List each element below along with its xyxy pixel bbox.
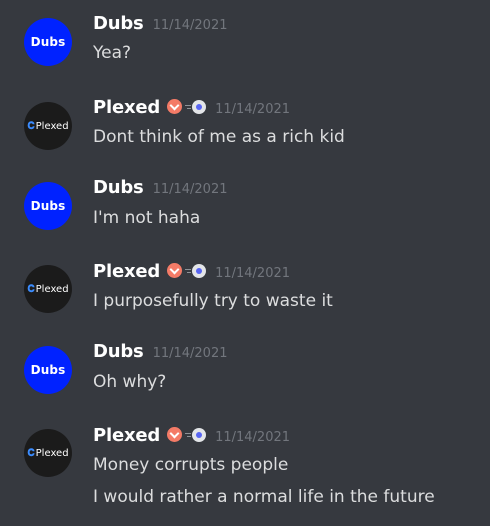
timestamp[interactable]: 11/14/2021 — [153, 346, 228, 361]
plexed-logo-icon: 𝐂 — [27, 283, 35, 295]
avatar-label: Plexed — [35, 120, 69, 132]
avatar-label: Dubs — [30, 363, 66, 377]
message-text: Oh why? — [93, 372, 167, 392]
message-text: Yea? — [93, 43, 132, 63]
avatar[interactable]: 𝐂 Plexed — [24, 429, 72, 477]
nitro-boost-icon[interactable] — [185, 428, 207, 442]
verified-check-icon[interactable] — [167, 99, 183, 114]
username[interactable]: Plexed — [93, 97, 160, 118]
nitro-boost-icon[interactable] — [185, 100, 207, 114]
message-header: Plexed 11/14/2021 — [93, 425, 290, 446]
username[interactable]: Dubs — [93, 13, 144, 34]
verified-check-icon[interactable] — [167, 427, 183, 442]
chat-messages: Dubs Dubs 11/14/2021 Yea? 𝐂 Plexed Plexe… — [0, 0, 490, 526]
avatar-label: Dubs — [30, 35, 66, 49]
message-header: Dubs 11/14/2021 — [93, 341, 228, 362]
message-text: I would rather a normal life in the futu… — [93, 487, 435, 507]
avatar[interactable]: 𝐂 Plexed — [24, 265, 72, 313]
message-text: Money corrupts people — [93, 455, 289, 475]
message-header: Plexed 11/14/2021 — [93, 97, 290, 118]
message-text: I purposefully try to waste it — [93, 291, 333, 311]
message-header: Dubs 11/14/2021 — [93, 177, 228, 198]
timestamp[interactable]: 11/14/2021 — [153, 182, 228, 197]
message-header: Dubs 11/14/2021 — [93, 13, 228, 34]
timestamp[interactable]: 11/14/2021 — [215, 102, 290, 117]
username[interactable]: Plexed — [93, 261, 160, 282]
timestamp[interactable]: 11/14/2021 — [153, 18, 228, 33]
avatar-label: Plexed — [35, 447, 69, 459]
username[interactable]: Dubs — [93, 341, 144, 362]
avatar[interactable]: 𝐂 Plexed — [24, 102, 72, 150]
avatar-label: Plexed — [35, 283, 69, 295]
avatar[interactable]: Dubs — [24, 182, 72, 230]
plexed-logo-icon: 𝐂 — [27, 447, 35, 459]
avatar[interactable]: Dubs — [24, 346, 72, 394]
timestamp[interactable]: 11/14/2021 — [215, 430, 290, 445]
plexed-logo-icon: 𝐂 — [27, 120, 35, 132]
message-text: I'm not haha — [93, 208, 201, 228]
avatar-label: Dubs — [30, 199, 66, 213]
username[interactable]: Dubs — [93, 177, 144, 198]
nitro-boost-icon[interactable] — [185, 264, 207, 278]
username[interactable]: Plexed — [93, 425, 160, 446]
message-header: Plexed 11/14/2021 — [93, 261, 290, 282]
message-text: Dont think of me as a rich kid — [93, 127, 345, 147]
avatar[interactable]: Dubs — [24, 18, 72, 66]
verified-check-icon[interactable] — [167, 263, 183, 278]
timestamp[interactable]: 11/14/2021 — [215, 266, 290, 281]
